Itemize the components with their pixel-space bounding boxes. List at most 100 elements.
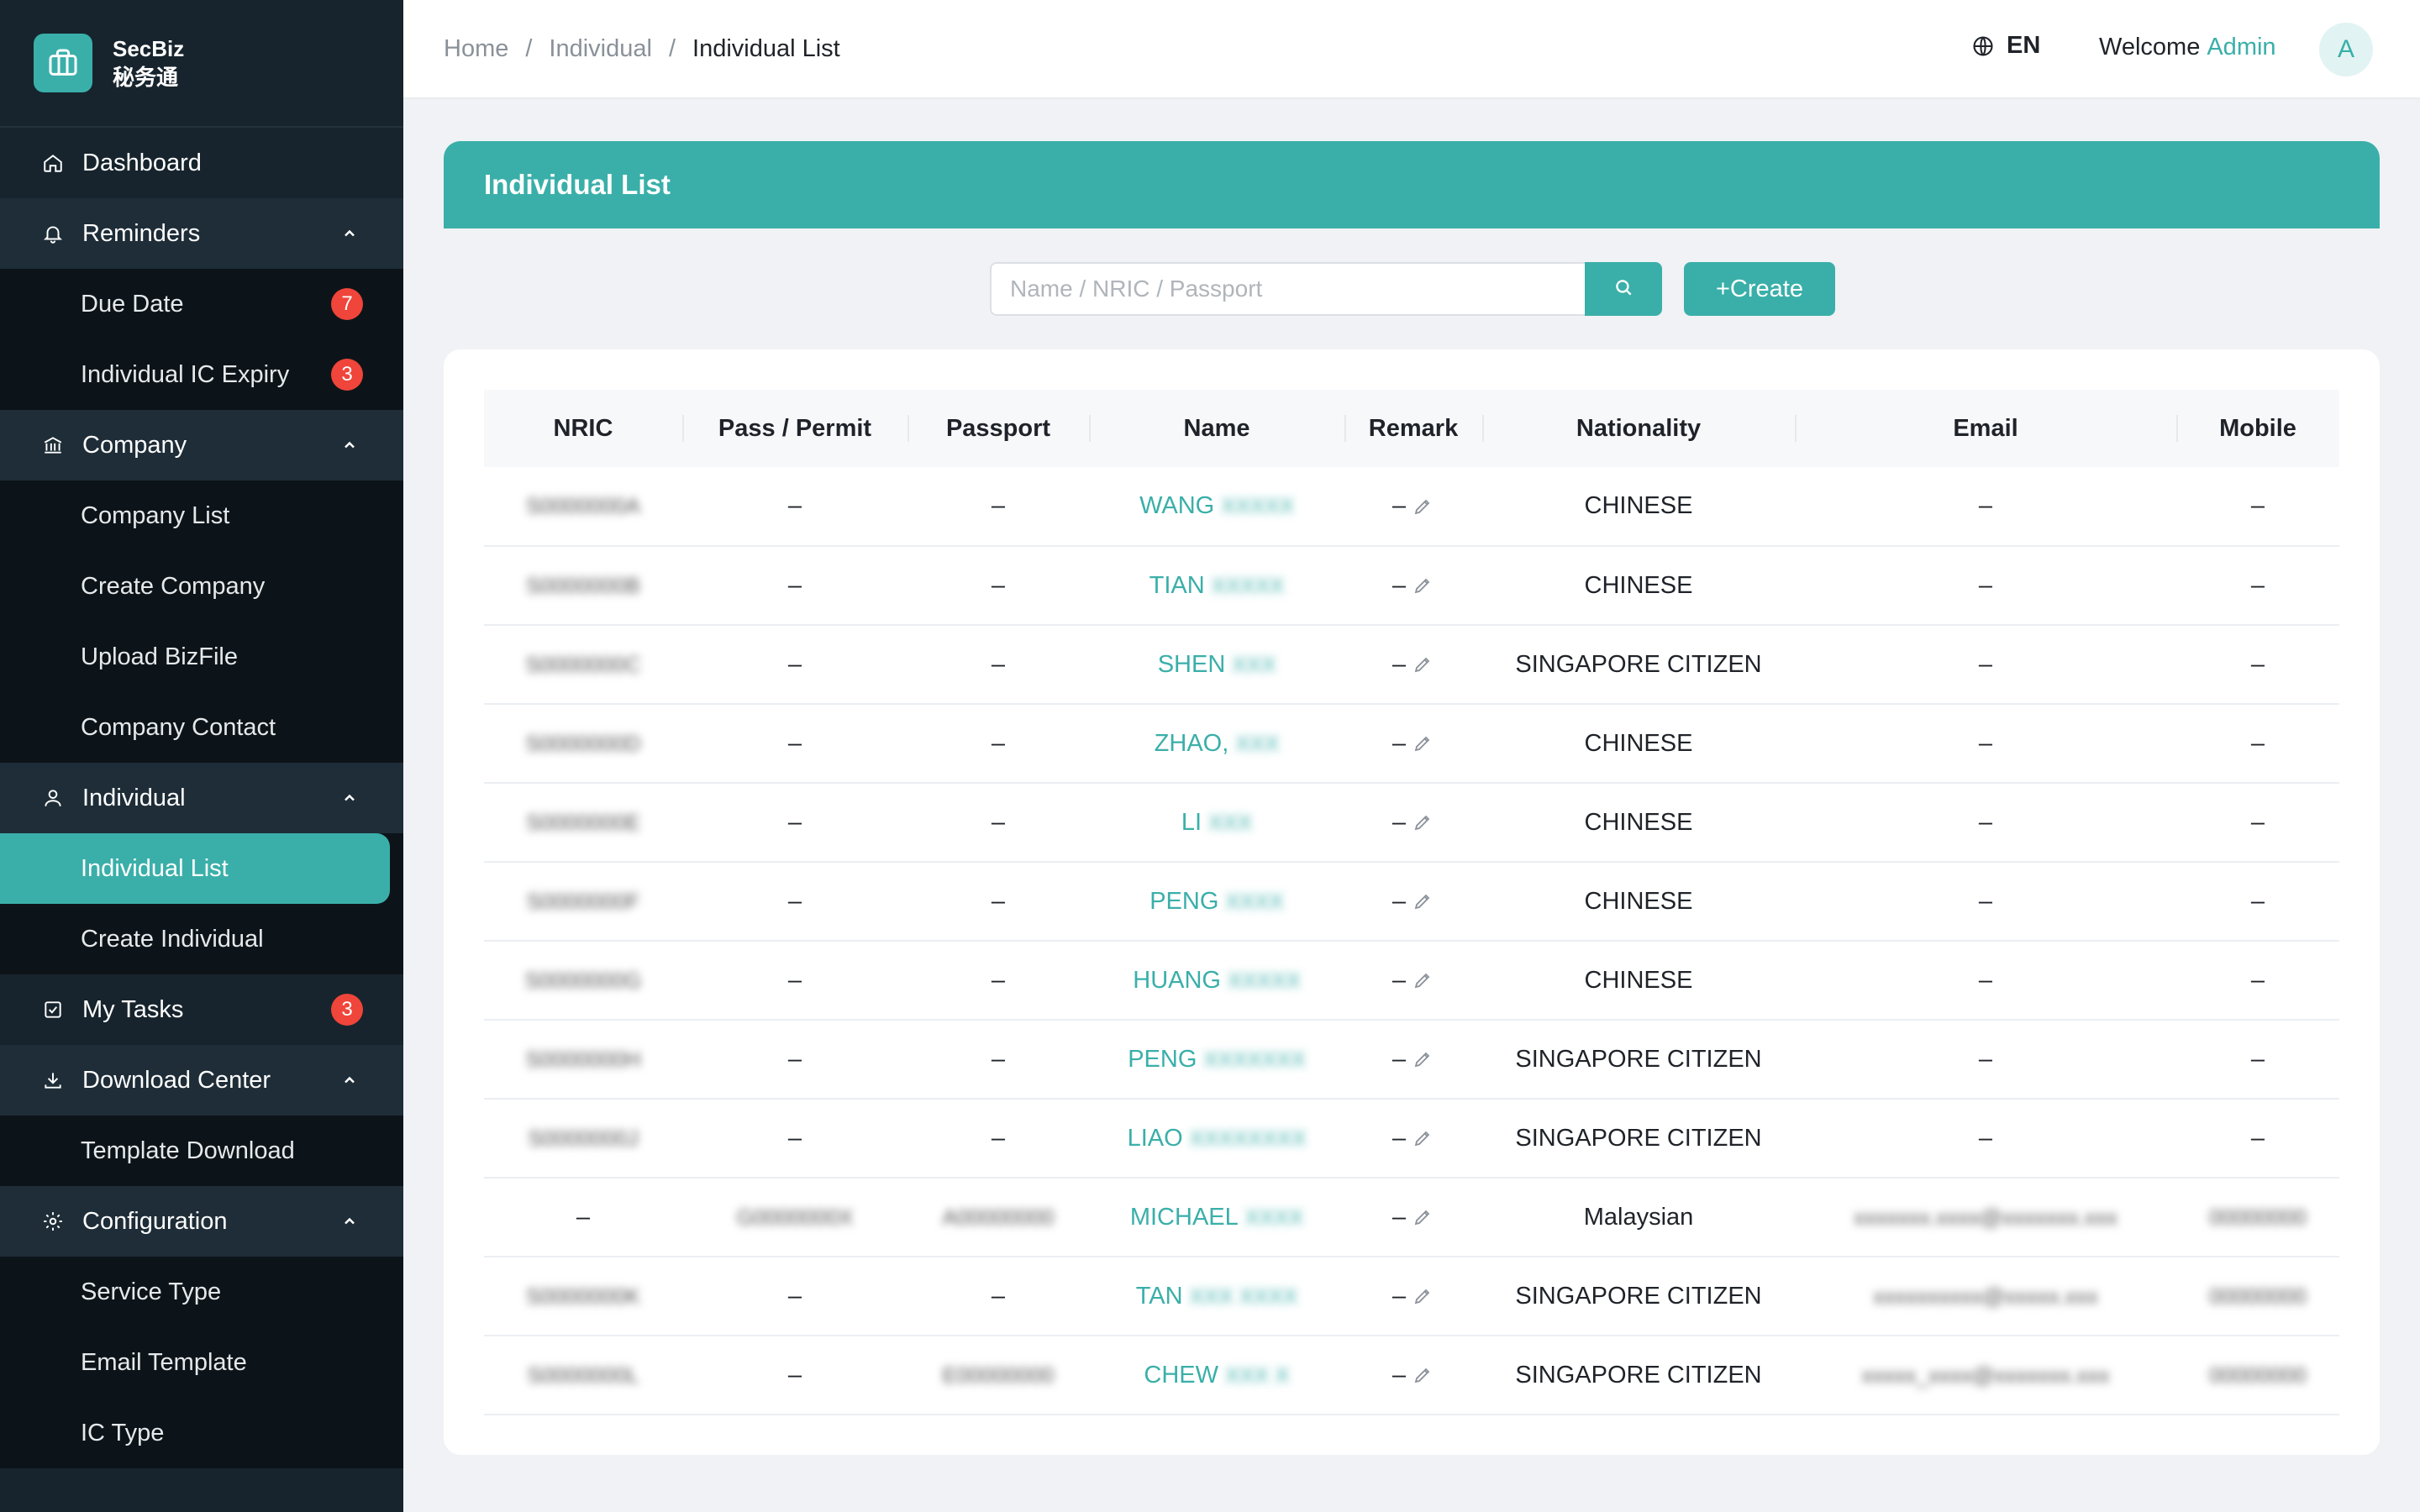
passport-cell: E00000000 [908, 1336, 1089, 1415]
individual-name-link[interactable]: MICHAEL XXXX [1130, 1204, 1303, 1231]
name-visible: TAN [1135, 1282, 1183, 1310]
name-cell: MICHAEL XXXX [1089, 1178, 1344, 1257]
table-row[interactable]: S0000000C – – SHEN XXX – SINGAPORE CITIZEN – – [484, 625, 2339, 704]
table-row[interactable]: S0000000E – – LI XXX – CHINESE – – [484, 783, 2339, 862]
remark: – [1392, 1283, 1434, 1310]
search-button[interactable] [1585, 262, 1662, 316]
mobile-cell: – [2176, 783, 2339, 862]
pencil-icon[interactable] [1413, 811, 1434, 833]
individual-name-link[interactable]: TAN XXX XXXX [1136, 1283, 1297, 1310]
email-cell: – [1795, 467, 2176, 546]
sidebar-item-company-list[interactable]: Company List [0, 480, 403, 551]
individual-name-link[interactable]: LI XXX [1181, 809, 1252, 836]
sidebar-item-company[interactable]: Company [0, 410, 403, 480]
avatar[interactable]: A [2319, 23, 2373, 76]
table-row[interactable]: – G0000000X A00000000 MICHAEL XXXX – Malaysian… [484, 1178, 2339, 1257]
breadcrumb-home[interactable]: Home [444, 35, 508, 63]
remark: – [1392, 1125, 1434, 1152]
nric-cell-value: S0000000C [525, 651, 641, 677]
individual-name-link[interactable]: ZHAO, XXX [1155, 730, 1280, 757]
chevron-up-icon [339, 1070, 360, 1090]
sidebar-item-service-type[interactable]: Service Type [0, 1257, 403, 1327]
pencil-icon[interactable] [1413, 575, 1434, 596]
sidebar-item-create-individual[interactable]: Create Individual [0, 904, 403, 974]
sidebar-item-my-tasks[interactable]: My Tasks 3 [0, 974, 403, 1045]
sidebar-item-label: Upload BizFile [81, 643, 238, 670]
sidebar-item-configuration[interactable]: Configuration [0, 1186, 403, 1257]
email-cell: – [1795, 941, 2176, 1020]
pencil-icon[interactable] [1413, 890, 1434, 912]
pencil-icon[interactable] [1413, 732, 1434, 754]
name-cell: SHEN XXX [1089, 625, 1344, 704]
table-row[interactable]: S0000000J – – LIAO XXXXXXXX – SINGAPORE CITIZE… [484, 1099, 2339, 1178]
name-visible: WANG [1139, 492, 1215, 519]
table-row[interactable]: S0000000F – – PENG XXXX – CHINESE – – [484, 862, 2339, 941]
individual-name-link[interactable]: PENG XXXX [1150, 888, 1284, 915]
nric-cell-value: S0000000K [526, 1283, 640, 1309]
individual-name-link[interactable]: PENG XXXXXXX [1128, 1046, 1306, 1073]
sidebar-item-ic-expiry[interactable]: Individual IC Expiry 3 [0, 339, 403, 410]
breadcrumb-individual[interactable]: Individual [549, 35, 652, 63]
table-row[interactable]: S0000000K – – TAN XXX XXXX – SINGAPORE CITIZEN… [484, 1257, 2339, 1336]
pencil-icon[interactable] [1413, 496, 1434, 517]
sidebar-item-create-company[interactable]: Create Company [0, 551, 403, 622]
pass-permit-cell: – [682, 783, 908, 862]
individual-name-link[interactable]: LIAO XXXXXXXX [1128, 1125, 1307, 1152]
sidebar-item-template-download[interactable]: Template Download [0, 1116, 403, 1186]
table-row[interactable]: S0000000A – – WANG XXXXX – CHINESE – – [484, 467, 2339, 546]
sidebar-item-download-center[interactable]: Download Center [0, 1045, 403, 1116]
sidebar-item-upload-bizfile[interactable]: Upload BizFile [0, 622, 403, 692]
email-cell-value: – [1978, 729, 1993, 757]
sidebar-item-ic-type[interactable]: IC Type [0, 1398, 403, 1468]
sidebar-item-email-template[interactable]: Email Template [0, 1327, 403, 1398]
column-header: Mobile [2176, 390, 2339, 467]
remark-value: – [1392, 1282, 1407, 1310]
nationality-cell-value: CHINESE [1584, 571, 1693, 599]
sidebar-item-individual[interactable]: Individual [0, 763, 403, 833]
individual-name-link[interactable]: SHEN XXX [1158, 651, 1276, 678]
passport-cell-value: – [991, 571, 1006, 599]
table-row[interactable]: S0000000B – – TIAN XXXXX – CHINESE – – [484, 546, 2339, 625]
sidebar-item-label: Individual IC Expiry [81, 360, 290, 388]
table-row[interactable]: S0000000D – – ZHAO, XXX – CHINESE – – [484, 704, 2339, 783]
sidebar-item-dashboard[interactable]: Dashboard [0, 128, 403, 198]
remark-value: – [1392, 887, 1407, 915]
table-row[interactable]: S0000000G – – HUANG XXXXX – CHINESE – – [484, 941, 2339, 1020]
search-input[interactable] [990, 262, 1585, 316]
name-visible: CHEW [1144, 1361, 1218, 1389]
pencil-icon[interactable] [1413, 1048, 1434, 1070]
brand-name-cn: 秘务通 [113, 65, 179, 90]
language-switcher[interactable]: EN [1971, 32, 2040, 60]
individual-name-link[interactable]: TIAN XXXXX [1150, 572, 1285, 599]
mobile-cell: 00000000 [2176, 1336, 2339, 1415]
individual-name-link[interactable]: WANG XXXXX [1139, 492, 1294, 519]
email-cell: – [1795, 862, 2176, 941]
pencil-icon[interactable] [1413, 1364, 1434, 1386]
pencil-icon[interactable] [1413, 1285, 1434, 1307]
user-name[interactable]: Admin [2207, 34, 2275, 60]
remark-value: – [1392, 1124, 1407, 1152]
sidebar-item-due-date[interactable]: Due Date 7 [0, 269, 403, 339]
nric-cell-value: S0000000H [525, 1046, 641, 1072]
sidebar-item-label: IC Type [81, 1419, 165, 1446]
pass-permit-cell-value: – [787, 1045, 802, 1073]
pencil-icon[interactable] [1413, 1206, 1434, 1228]
remark-cell: – [1344, 1257, 1482, 1336]
sidebar-item-company-contact[interactable]: Company Contact [0, 692, 403, 763]
individual-name-link[interactable]: HUANG XXXXX [1133, 967, 1300, 994]
brand[interactable]: SecBiz 秘务通 [0, 0, 403, 128]
passport-cell: A00000000 [908, 1178, 1089, 1257]
table-row[interactable]: S0000000H – – PENG XXXXXXX – SINGAPORE CITIZEN… [484, 1020, 2339, 1099]
sidebar-item-reminders[interactable]: Reminders [0, 198, 403, 269]
sidebar-item-individual-list[interactable]: Individual List [0, 833, 390, 904]
create-button[interactable]: +Create [1684, 262, 1835, 316]
name-masked: XXXX [1225, 888, 1284, 914]
table-row[interactable]: S0000000L – E00000000 CHEW XXX X – SINGAPORE C… [484, 1336, 2339, 1415]
name-visible: SHEN [1157, 650, 1226, 678]
pencil-icon[interactable] [1413, 1127, 1434, 1149]
name-masked: XXXXXXXX [1189, 1125, 1307, 1151]
remark-cell: – [1344, 783, 1482, 862]
pencil-icon[interactable] [1413, 654, 1434, 675]
pencil-icon[interactable] [1413, 969, 1434, 991]
individual-name-link[interactable]: CHEW XXX X [1144, 1362, 1289, 1389]
